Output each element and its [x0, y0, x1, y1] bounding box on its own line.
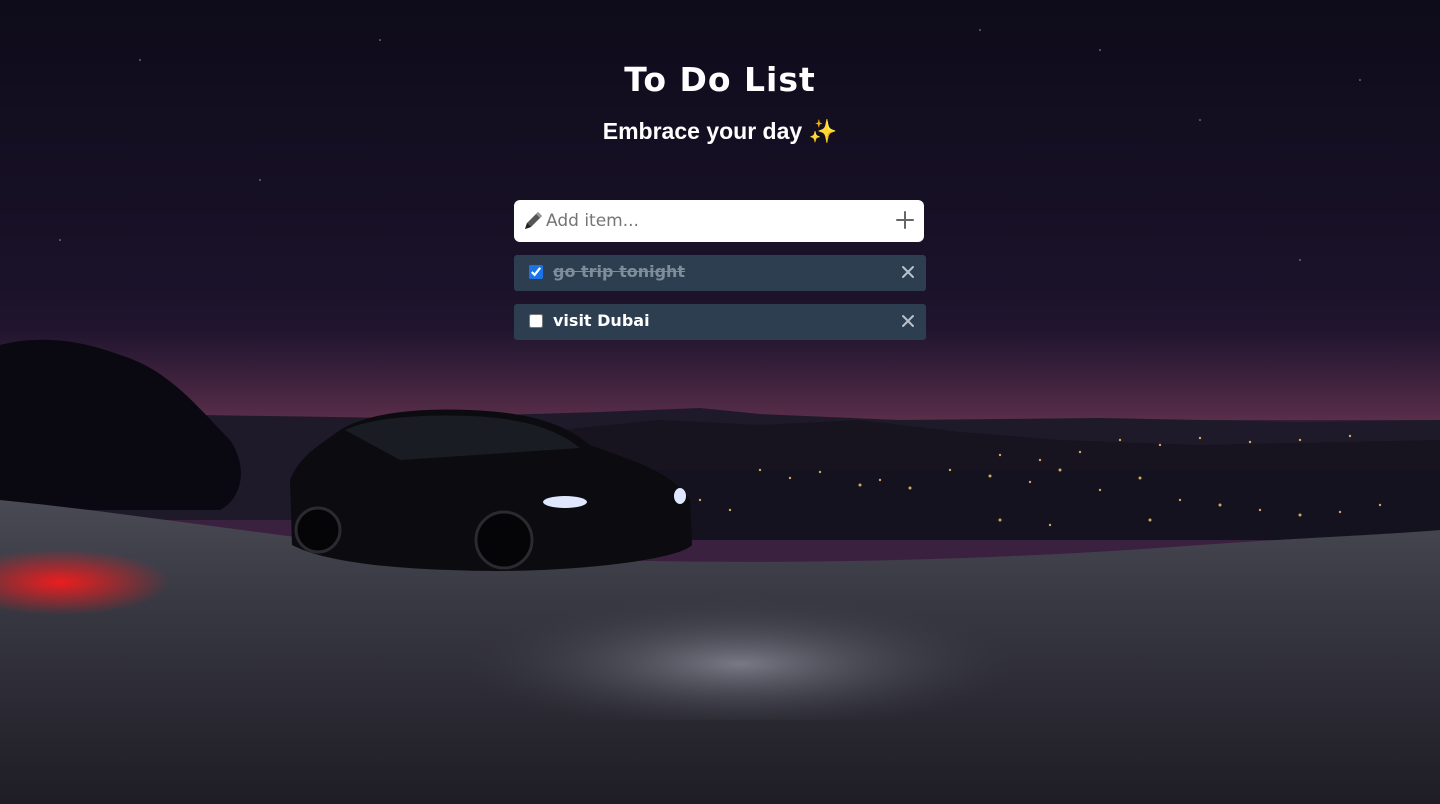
- add-item-bar: [514, 200, 924, 242]
- add-item-input[interactable]: [546, 206, 876, 236]
- plus-icon[interactable]: [894, 209, 916, 231]
- todo-app: To Do List Embrace your day ✨ go trip to…: [0, 0, 1440, 804]
- page-title: To Do List: [624, 60, 816, 99]
- close-icon[interactable]: [900, 264, 916, 280]
- close-icon[interactable]: [900, 313, 916, 329]
- todo-text: visit Dubai: [553, 311, 650, 330]
- todo-checkbox[interactable]: [529, 265, 543, 279]
- todo-item: visit Dubai: [514, 304, 926, 340]
- todo-item: go trip tonight: [514, 255, 926, 291]
- pencil-icon: [525, 212, 542, 229]
- todo-checkbox[interactable]: [529, 314, 543, 328]
- todo-text: go trip tonight: [553, 262, 686, 281]
- page-subtitle: Embrace your day ✨: [602, 118, 838, 144]
